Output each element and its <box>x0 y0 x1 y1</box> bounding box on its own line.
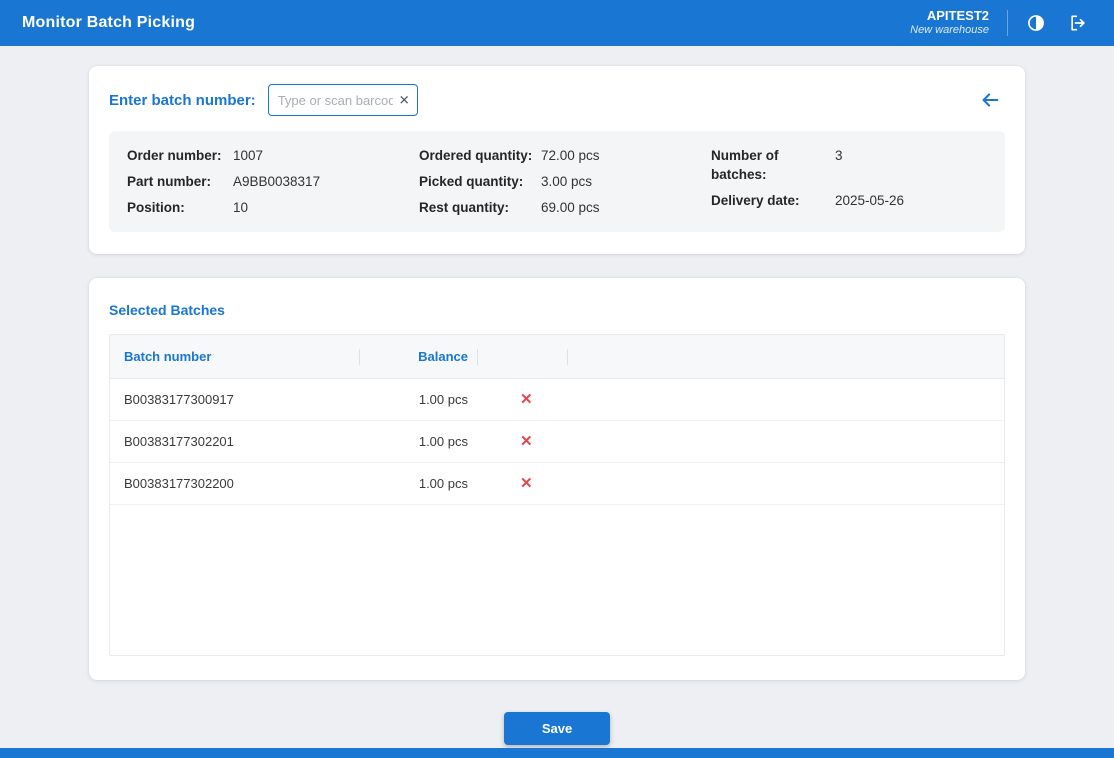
delete-batch-icon[interactable]: ✕ <box>518 432 535 451</box>
theme-toggle-icon[interactable] <box>1022 9 1050 37</box>
order-info-column-1: Order number: 1007 Part number: A9BB0038… <box>127 146 403 217</box>
save-button[interactable]: Save <box>504 712 610 745</box>
table-header-row: Batch number Balance <box>110 335 1004 379</box>
page-title: Monitor Batch Picking <box>22 14 195 32</box>
info-label: Delivery date: <box>711 191 835 210</box>
info-value: 3.00 pcs <box>541 172 592 191</box>
info-value: 1007 <box>233 146 263 165</box>
info-value: 3 <box>835 146 843 184</box>
header-divider <box>1007 10 1008 36</box>
warehouse-name: New warehouse <box>910 24 989 38</box>
actions-cell: ✕ <box>478 474 568 493</box>
info-label: Ordered quantity: <box>419 146 541 165</box>
info-label: Part number: <box>127 172 233 191</box>
batch-number-input[interactable] <box>269 85 417 115</box>
balance-cell: 1.00 pcs <box>360 434 478 449</box>
selected-batches-table: Batch number Balance B00383177300917 1.0… <box>109 334 1005 656</box>
selected-batches-card: Selected Batches Batch number Balance B0… <box>89 278 1025 680</box>
batch-entry-row: Enter batch number: ✕ <box>109 84 1005 116</box>
batch-entry-card: Enter batch number: ✕ Order number: 1007 <box>89 66 1025 254</box>
info-row: Ordered quantity: 72.00 pcs <box>419 146 695 165</box>
user-info: APITEST2 New warehouse <box>910 8 989 38</box>
info-row: Delivery date: 2025-05-26 <box>711 191 987 210</box>
info-label: Position: <box>127 198 233 217</box>
column-header-batch-number: Batch number <box>110 349 360 364</box>
order-info-column-3: Number of batches: 3 Delivery date: 2025… <box>711 146 987 217</box>
info-row: Picked quantity: 3.00 pcs <box>419 172 695 191</box>
info-label: Order number: <box>127 146 233 165</box>
info-label: Number of batches: <box>711 146 835 184</box>
table-row: B00383177300917 1.00 pcs ✕ <box>110 379 1004 421</box>
contrast-icon <box>1026 13 1046 33</box>
batch-number-cell: B00383177302200 <box>110 476 360 491</box>
selected-batches-title: Selected Batches <box>109 302 1005 318</box>
order-info-column-2: Ordered quantity: 72.00 pcs Picked quant… <box>419 146 695 217</box>
bottom-bar <box>0 748 1114 758</box>
info-value: 69.00 pcs <box>541 198 600 217</box>
top-bar-right: APITEST2 New warehouse <box>910 8 1092 38</box>
info-label: Rest quantity: <box>419 198 541 217</box>
save-row: Save <box>89 712 1025 745</box>
info-value: 72.00 pcs <box>541 146 600 165</box>
main-content: Enter batch number: ✕ Order number: 1007 <box>89 46 1025 745</box>
info-row: Rest quantity: 69.00 pcs <box>419 198 695 217</box>
table-row: B00383177302200 1.00 pcs ✕ <box>110 463 1004 505</box>
info-row: Order number: 1007 <box>127 146 403 165</box>
balance-cell: 1.00 pcs <box>360 392 478 407</box>
batch-number-input-wrap: ✕ <box>268 84 418 116</box>
actions-cell: ✕ <box>478 432 568 451</box>
batch-number-cell: B00383177302201 <box>110 434 360 449</box>
order-info-panel: Order number: 1007 Part number: A9BB0038… <box>109 131 1005 232</box>
info-row: Number of batches: 3 <box>711 146 987 184</box>
info-label: Picked quantity: <box>419 172 541 191</box>
delete-batch-icon[interactable]: ✕ <box>518 390 535 409</box>
info-value: 2025-05-26 <box>835 191 904 210</box>
info-row: Position: 10 <box>127 198 403 217</box>
info-row: Part number: A9BB0038317 <box>127 172 403 191</box>
username: APITEST2 <box>910 8 989 24</box>
delete-batch-icon[interactable]: ✕ <box>518 474 535 493</box>
batch-number-label: Enter batch number: <box>109 92 256 109</box>
actions-cell: ✕ <box>478 390 568 409</box>
batch-number-cell: B00383177300917 <box>110 392 360 407</box>
logout-icon[interactable] <box>1064 9 1092 37</box>
back-arrow-icon[interactable] <box>975 85 1005 115</box>
info-value: 10 <box>233 198 248 217</box>
column-header-balance: Balance <box>360 349 478 364</box>
info-value: A9BB0038317 <box>233 172 320 191</box>
table-row: B00383177302201 1.00 pcs ✕ <box>110 421 1004 463</box>
logout-door-arrow-icon <box>1068 13 1088 33</box>
top-bar: Monitor Batch Picking APITEST2 New wareh… <box>0 0 1114 46</box>
balance-cell: 1.00 pcs <box>360 476 478 491</box>
clear-input-icon[interactable]: ✕ <box>399 94 410 107</box>
